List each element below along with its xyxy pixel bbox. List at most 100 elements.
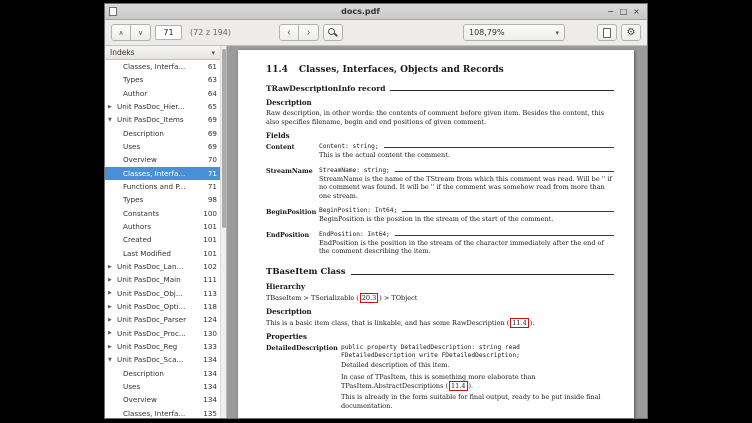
toc-item[interactable]: Author 64 — [105, 87, 220, 100]
sidebar-scrollbar[interactable] — [220, 46, 227, 418]
toc-item-label: Overview — [123, 395, 200, 404]
toc-item[interactable]: Classes, Interfa... 71 — [105, 167, 220, 180]
rule-line — [402, 211, 614, 212]
text-run: TBaseItem > TSerializable ( — [266, 294, 359, 302]
minimize-button[interactable]: − — [604, 5, 617, 19]
toc-item[interactable]: ▶ Unit PasDoc_Reg 133 — [105, 340, 220, 353]
settings-button[interactable]: ⚙ — [621, 24, 641, 41]
field-declaration: Content: string; — [319, 143, 379, 150]
section-number: 11.4 — [266, 65, 288, 76]
toc-item-page: 134 — [203, 395, 217, 404]
chevron-down-icon: ▾ — [211, 49, 215, 57]
toc-item[interactable]: Types 63 — [105, 73, 220, 86]
toc-item-label: Unit PasDoc_Hier... — [117, 102, 205, 111]
toc-item-label: Unit PasDoc_Lan... — [117, 262, 200, 271]
text-run: ). — [469, 382, 474, 390]
toc-item-label: Unit PasDoc_Obj... — [117, 289, 200, 298]
section-link[interactable]: 20.3 — [360, 293, 378, 303]
toc-item[interactable]: Authors 101 — [105, 220, 220, 233]
toc-item[interactable]: Description 134 — [105, 367, 220, 380]
toc-item[interactable]: Overview 70 — [105, 153, 220, 166]
field-entry: EndPosition EndPosition: Int64; EndPosit… — [266, 231, 614, 259]
page-number-input[interactable] — [155, 25, 182, 40]
toc-item-page: 113 — [203, 289, 217, 298]
toc-item-page: 133 — [203, 342, 217, 351]
toc-item-page: 63 — [208, 75, 217, 84]
titlebar: docs.pdf − □ × — [105, 4, 647, 20]
history-back-button[interactable]: ‹ — [279, 24, 299, 41]
property-entry: DetailedDescription public property Deta… — [266, 344, 614, 414]
toc-item-label: Overview — [123, 155, 205, 164]
gear-icon: ⚙ — [627, 28, 636, 38]
toc-item[interactable]: Uses 134 — [105, 380, 220, 393]
history-forward-button[interactable]: › — [299, 24, 319, 41]
zoom-level: 108,79% — [469, 28, 505, 37]
toc-item[interactable]: ▶ Unit PasDoc_Parser 124 — [105, 313, 220, 326]
window-menu-icon[interactable] — [109, 7, 117, 16]
toc-item[interactable]: ▶ Unit PasDoc_Main 111 — [105, 273, 220, 286]
rule-line — [395, 235, 614, 236]
previous-page-button[interactable]: ∧ — [111, 24, 131, 41]
text-run: In case of TPasItem, this is something m… — [341, 373, 536, 390]
expander-icon[interactable]: ▶ — [108, 264, 117, 270]
toc-item[interactable]: ▶ Unit PasDoc_Lan... 102 — [105, 260, 220, 273]
toc-item[interactable]: Uses 69 — [105, 140, 220, 153]
toc-item[interactable]: ▶ Unit PasDoc_Opti... 118 — [105, 300, 220, 313]
section-title: Classes, Interfaces, Objects and Records — [299, 65, 504, 75]
fields-heading: Fields — [266, 131, 614, 140]
toc-item-page: 124 — [203, 315, 217, 324]
expander-icon[interactable]: ▶ — [108, 277, 117, 283]
toc-item-page: 69 — [208, 115, 217, 124]
field-declaration: StreamName: string; — [319, 167, 390, 174]
toc-item[interactable]: ▼ Unit PasDoc_Items 69 — [105, 113, 220, 126]
toc-item[interactable]: Classes, Interfa... 135 — [105, 407, 220, 418]
toc-item[interactable]: Created 101 — [105, 233, 220, 246]
toc-item-label: Created — [123, 235, 200, 244]
toc-item[interactable]: Constants 100 — [105, 207, 220, 220]
toc-item-label: Authors — [123, 222, 200, 231]
toc-item[interactable]: Last Modified 101 — [105, 247, 220, 260]
rule-line — [395, 171, 614, 172]
maximize-button[interactable]: □ — [617, 5, 630, 19]
property-name: DetailedDescription — [266, 344, 341, 414]
expander-icon[interactable]: ▶ — [108, 317, 117, 323]
close-button[interactable]: × — [630, 5, 643, 19]
toc-item[interactable]: Description 69 — [105, 127, 220, 140]
toc-item-label: Classes, Interfa... — [123, 409, 200, 418]
page-view-button[interactable] — [597, 24, 617, 41]
section-link[interactable]: 11.4 — [510, 318, 528, 328]
scrollbar-thumb[interactable] — [222, 49, 226, 228]
toc-item[interactable]: ▼ Unit PasDoc_Sca... 134 — [105, 353, 220, 366]
field-description: This is the actual content the comment. — [319, 151, 614, 160]
expander-icon[interactable]: ▼ — [108, 357, 117, 363]
property-body: public property DetailedDescription: str… — [341, 344, 614, 414]
expander-icon[interactable]: ▼ — [108, 117, 117, 123]
document-view[interactable]: 11.4 Classes, Interfaces, Objects and Rec… — [227, 46, 647, 418]
chevron-down-icon: ∨ — [138, 29, 143, 37]
table-of-contents: Classes, Interfa... 61 Types 63 Author 6… — [105, 60, 220, 418]
toc-item[interactable]: Classes, Interfa... 61 — [105, 60, 220, 73]
expander-icon[interactable]: ▶ — [108, 104, 117, 110]
chevron-down-icon: ▾ — [555, 29, 559, 37]
search-icon — [328, 28, 337, 37]
section-link[interactable]: 11.4 — [449, 381, 467, 391]
field-declaration-row: Content: string; — [319, 143, 614, 150]
toc-item[interactable]: ▶ Unit PasDoc_Obj... 113 — [105, 287, 220, 300]
expander-icon[interactable]: ▶ — [108, 304, 117, 310]
toc-item-page: 101 — [203, 235, 217, 244]
expander-icon[interactable]: ▶ — [108, 344, 117, 350]
sidebar-mode-dropdown[interactable]: Indeks ▾ — [105, 46, 220, 60]
toc-item[interactable]: ▶ Unit PasDoc_Hier... 65 — [105, 100, 220, 113]
next-page-button[interactable]: ∨ — [131, 24, 151, 41]
search-button[interactable] — [323, 24, 343, 41]
document-icon — [603, 28, 611, 38]
toc-item-label: Unit PasDoc_Items — [117, 115, 205, 124]
expander-icon[interactable]: ▶ — [108, 290, 117, 296]
expander-icon[interactable]: ▶ — [108, 330, 117, 336]
toc-item[interactable]: ▶ Unit PasDoc_Proc... 130 — [105, 327, 220, 340]
property-declaration: public property DetailedDescription: str… — [341, 344, 541, 360]
toc-item[interactable]: Types 98 — [105, 193, 220, 206]
toc-item[interactable]: Overview 134 — [105, 393, 220, 406]
zoom-selector[interactable]: 108,79% ▾ — [463, 24, 565, 41]
toc-item[interactable]: Functions and P... 71 — [105, 180, 220, 193]
